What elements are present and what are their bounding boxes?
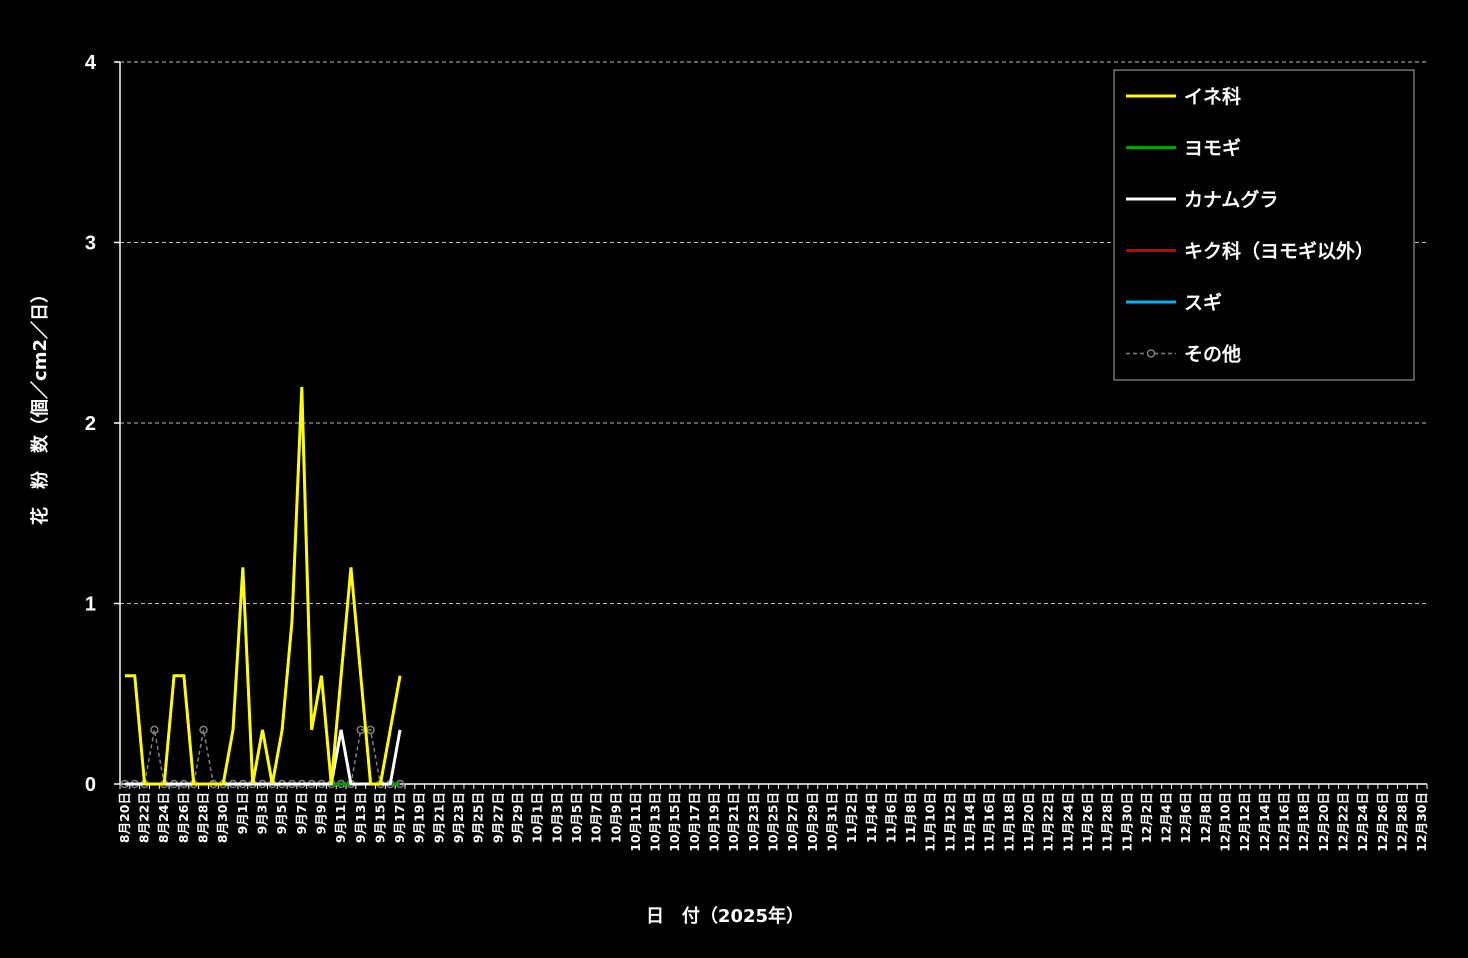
x-tick-label: 9月15日 bbox=[372, 792, 387, 843]
x-tick-label: 9月5日 bbox=[274, 792, 289, 834]
x-axis-label: 日 付（2025年） bbox=[646, 905, 804, 927]
x-tick-label: 9月13日 bbox=[353, 792, 368, 843]
x-tick-label: 8月24日 bbox=[156, 792, 171, 843]
x-tick-label: 11月8日 bbox=[903, 792, 918, 843]
legend-label: キク科（ヨモギ以外） bbox=[1184, 240, 1374, 263]
legend: イネ科ヨモギカナムグラキク科（ヨモギ以外） スギその他 bbox=[1113, 69, 1415, 381]
x-tick-label: 10月11日 bbox=[628, 792, 643, 852]
x-tick-label: 11月28日 bbox=[1100, 792, 1115, 852]
legend-label: カナムグラ bbox=[1184, 188, 1278, 211]
x-tick-label: 9月23日 bbox=[451, 792, 466, 843]
x-tick-label: 10月7日 bbox=[589, 792, 604, 843]
x-tick-label: 9月27日 bbox=[490, 792, 505, 843]
y-tick-label: 2 bbox=[85, 413, 96, 435]
x-tick-label: 10月3日 bbox=[549, 792, 564, 843]
x-tick-label: 12月6日 bbox=[1178, 792, 1193, 843]
x-tick-label: 11月26日 bbox=[1080, 792, 1095, 852]
x-tick-label: 10月21日 bbox=[726, 792, 741, 852]
x-tick-label: 10月31日 bbox=[824, 792, 839, 852]
x-tick-label: 12月20日 bbox=[1316, 792, 1331, 852]
x-tick-label: 8月28日 bbox=[196, 792, 211, 843]
x-tick-label: 9月9日 bbox=[313, 792, 328, 834]
x-tick-label: 8月26日 bbox=[176, 792, 191, 843]
x-tick-label: 12月18日 bbox=[1296, 792, 1311, 852]
x-tick-label: 8月30日 bbox=[215, 792, 230, 843]
x-tick-label: 12月4日 bbox=[1159, 792, 1174, 843]
x-tick-label: 12月24日 bbox=[1355, 792, 1370, 852]
x-tick-label: 12月30日 bbox=[1414, 792, 1429, 852]
legend-label: イネ科 bbox=[1184, 85, 1241, 108]
x-tick-label: 12月28日 bbox=[1394, 792, 1409, 852]
x-tick-label: 8月22日 bbox=[137, 792, 152, 843]
x-tick-label: 11月10日 bbox=[923, 792, 938, 852]
x-tick-label: 10月5日 bbox=[569, 792, 584, 843]
legend-label: スギ bbox=[1184, 292, 1222, 314]
x-tick-label: 11月24日 bbox=[1060, 792, 1075, 852]
y-tick-label: 3 bbox=[85, 233, 96, 255]
x-tick-label: 9月25日 bbox=[471, 792, 486, 843]
x-tick-label: 11月16日 bbox=[982, 792, 997, 852]
x-tick-label: 11月6日 bbox=[883, 792, 898, 843]
legend-label: その他 bbox=[1184, 343, 1241, 366]
x-tick-label: 12月8日 bbox=[1198, 792, 1213, 843]
x-tick-label: 10月25日 bbox=[766, 792, 781, 852]
x-tick-label: 10月23日 bbox=[746, 792, 761, 852]
x-tick-label: 10月1日 bbox=[530, 792, 545, 843]
x-tick-label: 12月14日 bbox=[1257, 792, 1272, 852]
x-tick-label: 11月22日 bbox=[1041, 792, 1056, 852]
x-tick-label: 11月2日 bbox=[844, 792, 859, 843]
x-tick-label: 9月3日 bbox=[254, 792, 269, 834]
x-tick-label: 10月27日 bbox=[785, 792, 800, 852]
x-tick-label: 10月15日 bbox=[667, 792, 682, 852]
legend-marker bbox=[1146, 349, 1156, 358]
x-tick-label: 10月13日 bbox=[648, 792, 663, 852]
x-tick-label: 9月11日 bbox=[333, 792, 348, 843]
x-tick-label: 10月19日 bbox=[707, 792, 722, 852]
x-tick-label: 11月30日 bbox=[1119, 792, 1134, 852]
x-tick-label: 12月12日 bbox=[1237, 792, 1252, 852]
x-tick-label: 12月26日 bbox=[1375, 792, 1390, 852]
x-tick-label: 12月16日 bbox=[1277, 792, 1292, 852]
x-tick-label: 11月20日 bbox=[1021, 792, 1036, 852]
x-tick-label: 9月21日 bbox=[431, 792, 446, 843]
x-tick-label: 12月10日 bbox=[1218, 792, 1233, 852]
x-tick-label: 11月14日 bbox=[962, 792, 977, 852]
y-tick-label: 4 bbox=[85, 52, 97, 74]
x-tick-label: 9月17日 bbox=[392, 792, 407, 843]
legend-box bbox=[1113, 69, 1415, 381]
legend-label: ヨモギ bbox=[1184, 138, 1241, 160]
x-tick-label: 10月17日 bbox=[687, 792, 702, 852]
x-tick-label: 12月2日 bbox=[1139, 792, 1154, 843]
y-axis-label: 花 粉 数（個／cm2／日） bbox=[29, 285, 51, 525]
x-tick-label: 9月7日 bbox=[294, 792, 309, 834]
x-tick-label: 8月20日 bbox=[117, 792, 132, 843]
x-tick-label: 9月19日 bbox=[412, 792, 427, 843]
x-tick-label: 11月18日 bbox=[1001, 792, 1016, 852]
x-tick-label: 9月1日 bbox=[235, 792, 250, 834]
x-tick-label: 11月12日 bbox=[942, 792, 957, 852]
x-tick-label: 9月29日 bbox=[510, 792, 525, 843]
y-tick-label: 1 bbox=[85, 594, 96, 616]
pollen-chart: 0 1 2 3 4 8月20日 8月22日 8月24日 8月26日 8月28日 8月30日 9月1日… bbox=[0, 0, 1468, 958]
x-tick-label: 10月29日 bbox=[805, 792, 820, 852]
y-tick-label: 0 bbox=[85, 774, 96, 796]
x-tick-label: 10月9日 bbox=[608, 792, 623, 843]
x-tick-label: 12月22日 bbox=[1335, 792, 1350, 852]
x-tick-label: 11月4日 bbox=[864, 792, 879, 843]
